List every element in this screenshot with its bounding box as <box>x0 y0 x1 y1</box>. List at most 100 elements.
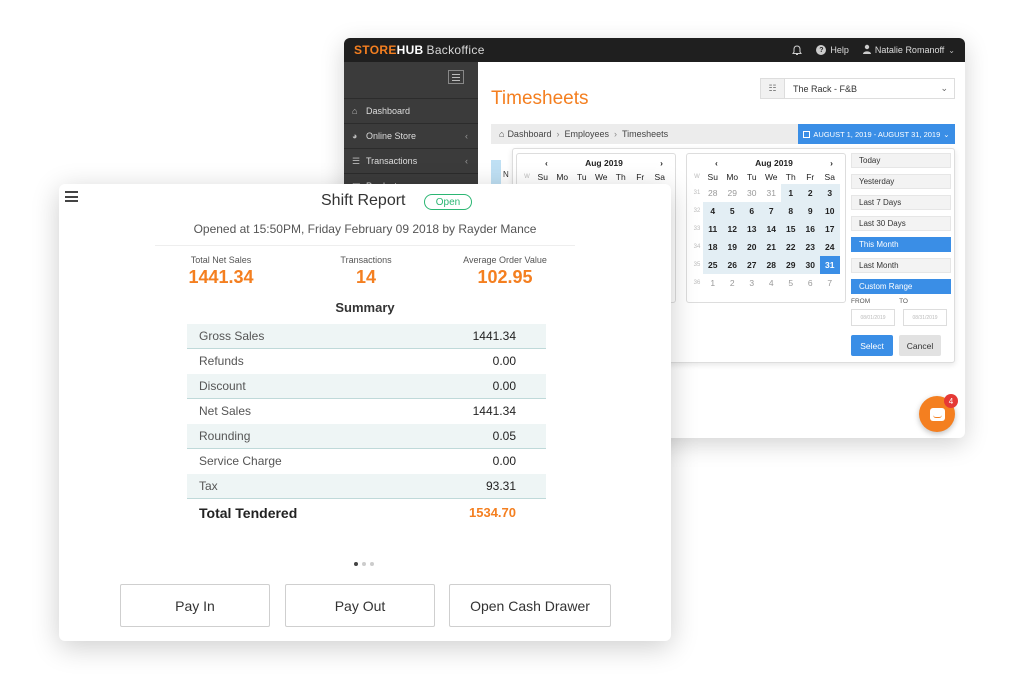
range-custom-range[interactable]: Custom Range <box>851 279 951 294</box>
calendar-day[interactable]: 7 <box>761 202 781 220</box>
calendar-day[interactable]: 28 <box>761 256 781 274</box>
calendar-day[interactable]: 13 <box>742 220 762 238</box>
calendar-day[interactable]: 2 <box>723 274 743 292</box>
range-yesterday[interactable]: Yesterday <box>851 174 951 189</box>
calendar-day[interactable]: 20 <box>742 238 762 256</box>
calendar-day[interactable]: 24 <box>820 238 840 256</box>
to-label: TO <box>899 298 908 305</box>
calendar-day[interactable]: 25 <box>703 256 723 274</box>
divider <box>155 245 575 246</box>
calendar-day[interactable]: 30 <box>742 184 762 202</box>
chat-launcher-button[interactable]: 4 <box>919 394 958 432</box>
calendar-day[interactable]: 26 <box>722 256 742 274</box>
range-last-7-days[interactable]: Last 7 Days <box>851 195 951 210</box>
calendar-day[interactable]: 22 <box>781 238 801 256</box>
date-range-button[interactable]: AUGUST 1, 2019 - AUGUST 31, 2019 ⌄ <box>798 124 955 144</box>
calendar-day[interactable]: 28 <box>703 184 723 202</box>
from-date-input[interactable]: 08/01/2019 <box>851 309 895 326</box>
calendar-day-selected[interactable]: 31 <box>820 256 840 274</box>
range-today[interactable]: Today <box>851 153 951 168</box>
page-dot-active[interactable] <box>354 562 358 566</box>
weekday-label: Fr <box>636 172 645 182</box>
calendar-day[interactable]: 16 <box>800 220 820 238</box>
calendar-day[interactable]: 6 <box>801 274 821 292</box>
calendar-day[interactable]: 27 <box>742 256 762 274</box>
chat-notification-badge: 4 <box>944 394 958 408</box>
row-label: Refunds <box>199 354 244 368</box>
chevron-down-icon: ⌄ <box>948 45 955 55</box>
stage: STOREHUB Backoffice ? Help Natalie Romano… <box>0 0 1024 683</box>
calendar-day[interactable]: 5 <box>722 202 742 220</box>
next-month-icon[interactable]: › <box>660 158 663 170</box>
range-last-month[interactable]: Last Month <box>851 258 951 273</box>
info-strip-text: N <box>503 170 509 179</box>
calendar-day[interactable]: 4 <box>703 202 723 220</box>
range-last-30-days[interactable]: Last 30 Days <box>851 216 951 231</box>
row-value: 0.00 <box>492 379 516 393</box>
storehub-logo[interactable]: STOREHUB Backoffice <box>354 43 485 57</box>
calendar-day[interactable]: 12 <box>722 220 742 238</box>
open-cash-drawer-button[interactable]: Open Cash Drawer <box>449 584 611 627</box>
calendar-day[interactable]: 9 <box>800 202 820 220</box>
user-menu[interactable]: Natalie Romanoff ⌄ <box>862 44 955 56</box>
prev-month-icon[interactable]: ‹ <box>545 158 548 170</box>
calendar-day[interactable]: 11 <box>703 220 723 238</box>
weekday-label: Tu <box>746 172 757 182</box>
sidebar-item-online-store[interactable]: ◕ Online Store ‹ <box>344 123 478 148</box>
weekday-label: Sa <box>824 172 835 182</box>
sidebar-item-transactions[interactable]: ☰ Transactions ‹ <box>344 148 478 173</box>
calendar-day[interactable]: 2 <box>800 184 820 202</box>
row-value: 0.05 <box>492 429 516 443</box>
summary-row-discount: Discount 0.00 <box>187 374 546 399</box>
chat-icon <box>929 407 945 421</box>
calendar-day[interactable]: 29 <box>723 184 743 202</box>
page-dot[interactable] <box>362 562 366 566</box>
weekday-label: Th <box>615 172 626 182</box>
calendar-day[interactable]: 1 <box>781 184 801 202</box>
calendar-day[interactable]: 3 <box>820 184 840 202</box>
bell-icon[interactable] <box>792 44 803 56</box>
calendar-day[interactable]: 14 <box>761 220 781 238</box>
calendar-day[interactable]: 8 <box>781 202 801 220</box>
to-date-input[interactable]: 08/31/2019 <box>903 309 947 326</box>
prev-month-icon[interactable]: ‹ <box>715 158 718 170</box>
pay-in-button[interactable]: Pay In <box>120 584 270 627</box>
summary-row-tax: Tax 93.31 <box>187 474 546 499</box>
help-link[interactable]: ? Help <box>816 45 849 55</box>
calendar-day[interactable]: 1 <box>703 274 723 292</box>
sidebar-item-dashboard[interactable]: ⌂ Dashboard <box>344 98 478 123</box>
calendar-day[interactable]: 10 <box>820 202 840 220</box>
calendar-day[interactable]: 21 <box>761 238 781 256</box>
stat-label: Total Net Sales <box>190 255 252 265</box>
calendar-day[interactable]: 18 <box>703 238 723 256</box>
calendar-day[interactable]: 7 <box>820 274 840 292</box>
calendar-day[interactable]: 29 <box>781 256 801 274</box>
menu-icon[interactable] <box>65 191 78 202</box>
cancel-button[interactable]: Cancel <box>899 335 941 356</box>
calendar-day[interactable]: 4 <box>762 274 782 292</box>
store-select[interactable]: ☷ The Rack - F&B ⌄ <box>760 78 955 99</box>
calendar-day[interactable]: 5 <box>781 274 801 292</box>
calendar-grid: W Su Mo Tu We Th Fr Sa <box>521 170 670 184</box>
calendar-day[interactable]: 31 <box>762 184 782 202</box>
weekday-label: Sa <box>654 172 665 182</box>
summary-row-refunds: Refunds 0.00 <box>187 349 546 374</box>
calendar-day[interactable]: 23 <box>800 238 820 256</box>
weekday-label: We <box>764 172 778 182</box>
pay-out-button[interactable]: Pay Out <box>285 584 435 627</box>
calendar-day[interactable]: 15 <box>781 220 801 238</box>
breadcrumb-employees[interactable]: Employees <box>564 129 609 139</box>
calendar-day[interactable]: 30 <box>800 256 820 274</box>
select-button[interactable]: Select <box>851 335 893 356</box>
page-dot[interactable] <box>370 562 374 566</box>
calendar-day[interactable]: 19 <box>722 238 742 256</box>
breadcrumb-dashboard[interactable]: Dashboard <box>507 129 551 139</box>
calendar-day[interactable]: 17 <box>820 220 840 238</box>
calendar-day[interactable]: 6 <box>742 202 762 220</box>
next-month-icon[interactable]: › <box>830 158 833 170</box>
range-this-month[interactable]: This Month <box>851 237 951 252</box>
stat-transactions: Transactions 14 <box>296 255 436 288</box>
calendar-day[interactable]: 3 <box>742 274 762 292</box>
sidebar-toggle-icon[interactable] <box>448 70 464 84</box>
help-icon: ? <box>816 45 827 55</box>
